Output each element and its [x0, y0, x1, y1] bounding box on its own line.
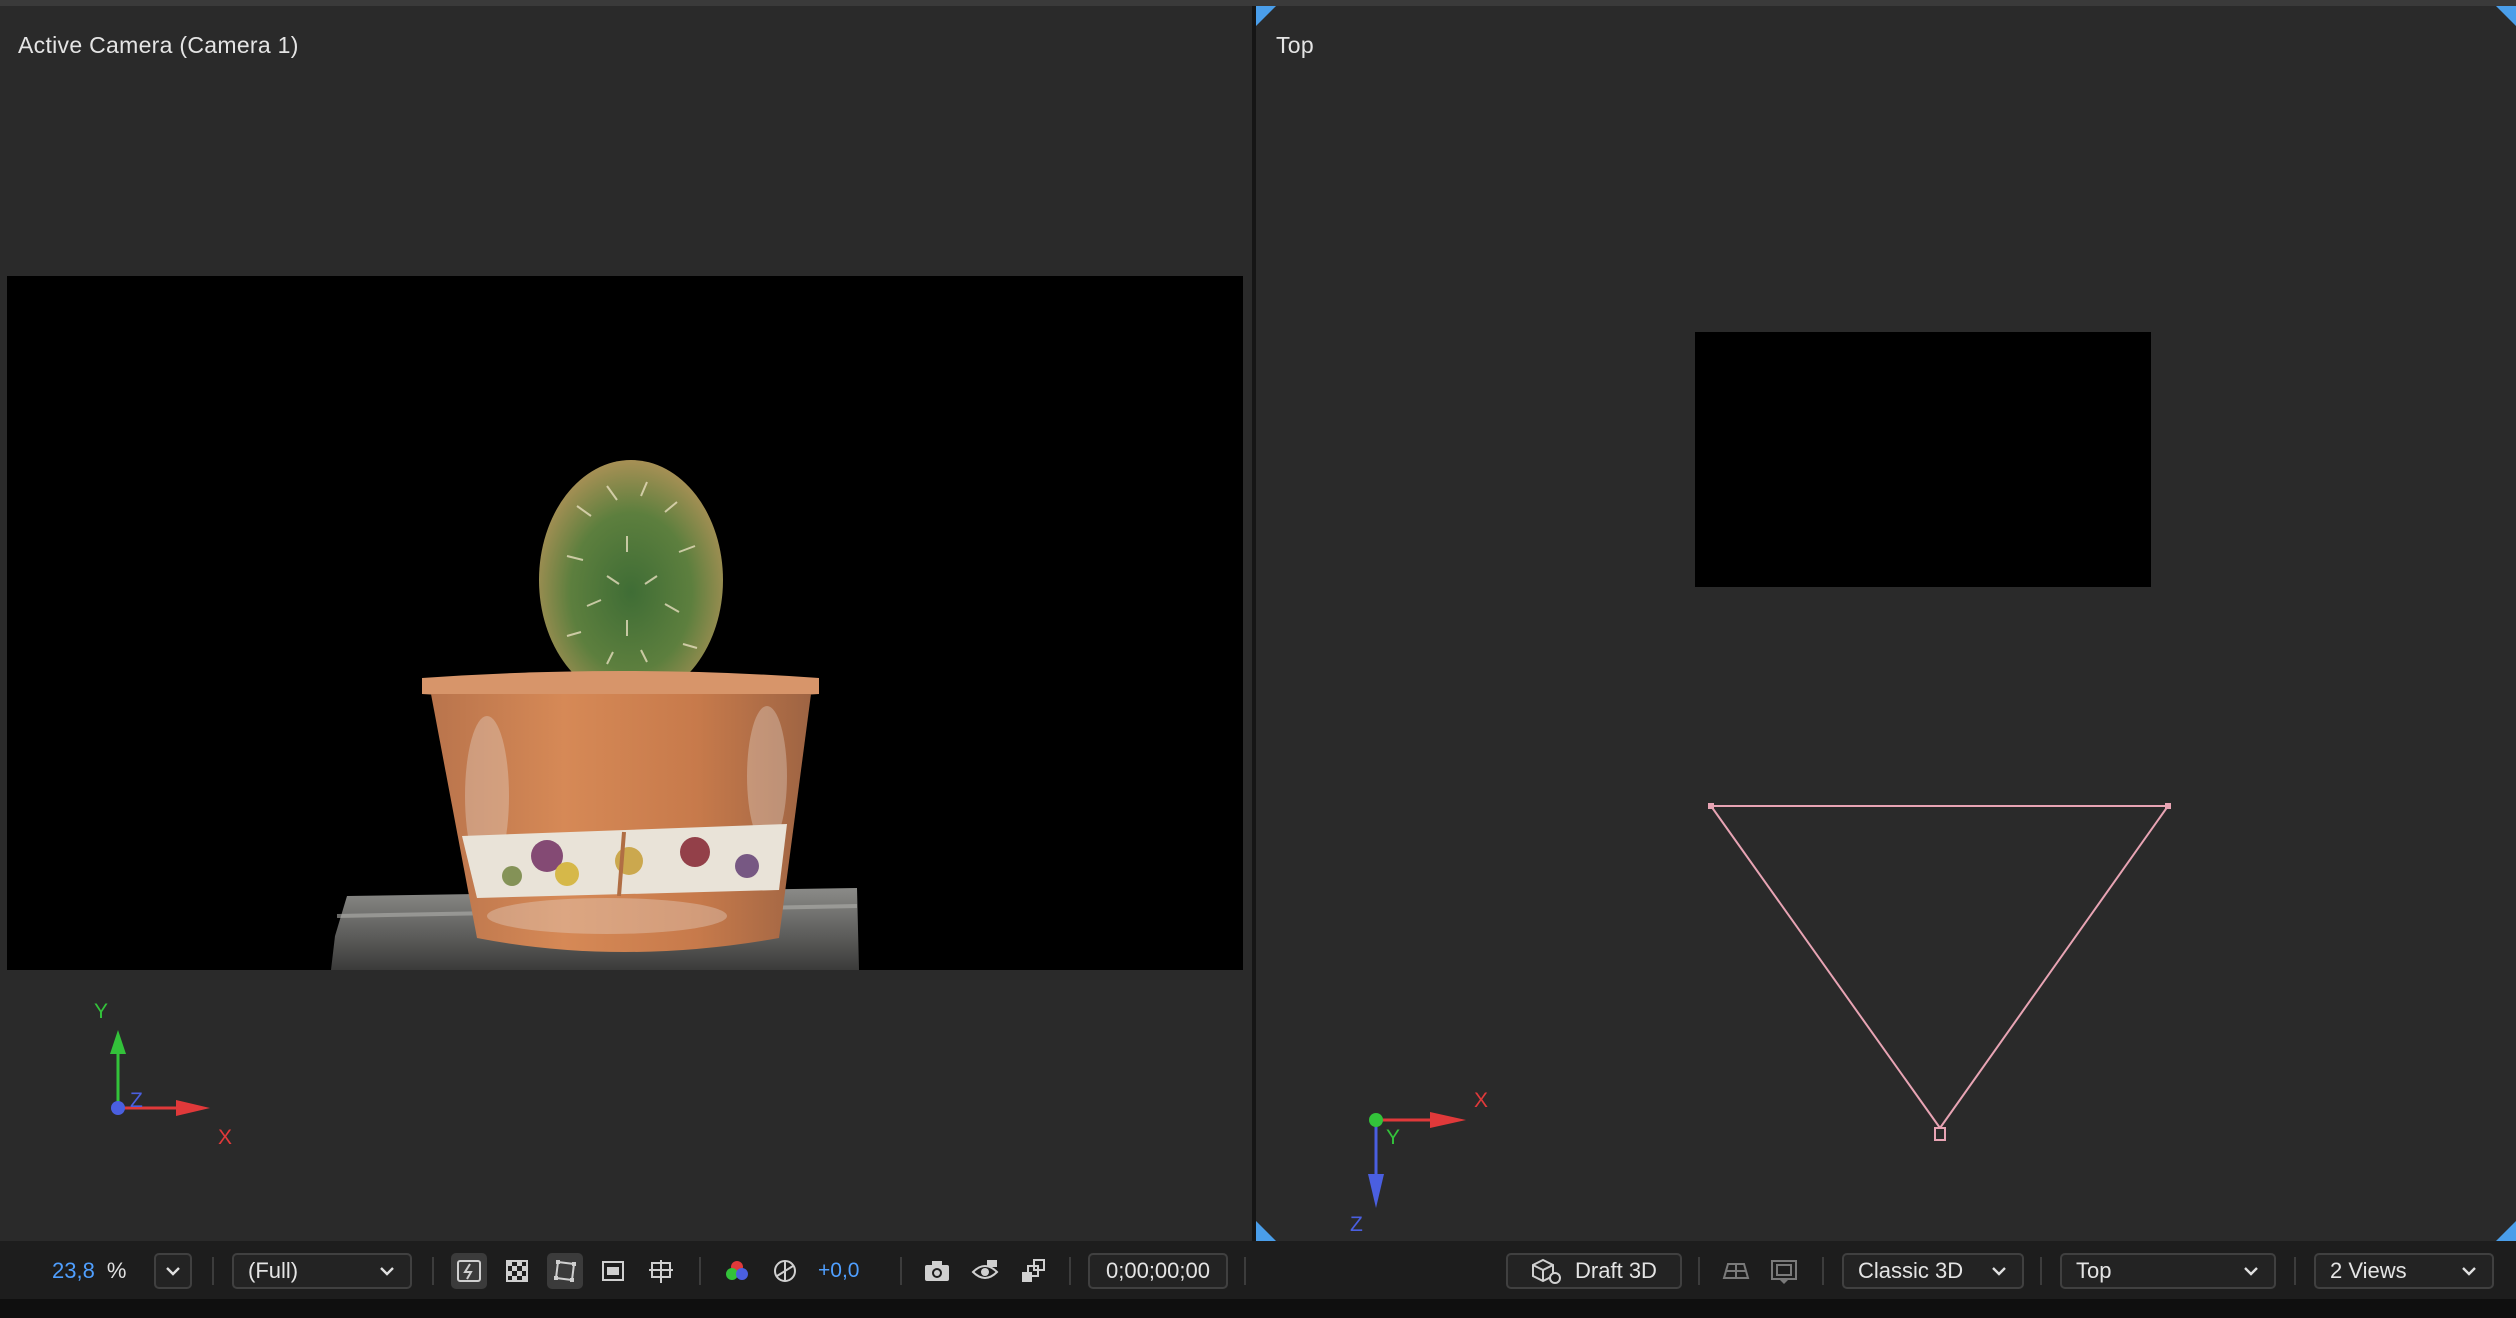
transparency-grid-icon [506, 1260, 528, 1282]
axis-x-label: X [1474, 1089, 1489, 1112]
exposure-text[interactable]: +0,0 [818, 1259, 859, 1283]
separator [699, 1257, 701, 1285]
axis-x-label: X [218, 1126, 233, 1149]
chevron-down-icon [166, 1267, 180, 1276]
timecode-field[interactable]: 0;00;00;00 [1088, 1253, 1228, 1289]
zoom-value[interactable]: 23,8 [52, 1258, 95, 1284]
resolution-value: (Full) [248, 1258, 299, 1283]
extended-viewer-icon [1771, 1260, 1797, 1284]
separator [212, 1257, 214, 1285]
draft-3d-toggle[interactable]: Draft 3D [1506, 1253, 1682, 1289]
extended-viewer-button[interactable] [1766, 1253, 1802, 1289]
chevron-down-icon [2244, 1267, 2258, 1276]
separator [2294, 1257, 2296, 1285]
chevron-down-icon [2462, 1267, 2476, 1276]
exposure-value[interactable]: +0,0 [818, 1253, 859, 1289]
grid-guides-icon [649, 1260, 673, 1283]
zoom-unit: % [106, 1258, 127, 1283]
renderer-value: Classic 3D [1858, 1258, 1964, 1283]
axis-z-label: Z [130, 1089, 143, 1112]
show-snapshot-icon [971, 1260, 999, 1279]
separator [432, 1257, 434, 1285]
viewer-toolbar: 23,8 % (Full) +0,0 0;00;00;00 Draft 3D C… [0, 1241, 2516, 1299]
snapshot-icon [925, 1261, 949, 1281]
grid-guides-button[interactable] [643, 1253, 679, 1289]
view-layout-dropdown[interactable]: 2 Views [2314, 1253, 2494, 1289]
3d-ground-plane-icon [1722, 1263, 1750, 1279]
resolution-dropdown[interactable]: (Full) [232, 1253, 412, 1289]
exposure-reset-icon [774, 1260, 796, 1282]
separator [1698, 1257, 1700, 1285]
axis-z-label: Z [1350, 1213, 1363, 1236]
cactus-image [331, 460, 859, 970]
3d-view-dropdown[interactable]: Top [2060, 1253, 2276, 1289]
chevron-down-icon [380, 1267, 394, 1276]
fast-previews-button[interactable] [451, 1253, 487, 1289]
separator [1244, 1257, 1246, 1285]
color-management-button[interactable] [1015, 1253, 1051, 1289]
snapshot-button[interactable] [919, 1253, 955, 1289]
region-of-interest-icon [602, 1261, 624, 1281]
region-of-interest-button[interactable] [595, 1253, 631, 1289]
separator [900, 1257, 902, 1285]
color-channels-button[interactable] [719, 1253, 755, 1289]
separator [1822, 1257, 1824, 1285]
top-view-viewer[interactable]: Top X Y Z [1256, 6, 2516, 1241]
composition-frame[interactable] [7, 276, 1243, 970]
magnification-dropdown[interactable] [154, 1253, 192, 1289]
separator [1069, 1257, 1071, 1285]
viewer-label: Active Camera (Camera 1) [18, 32, 299, 58]
axis-gizmo [1368, 1112, 1466, 1208]
axis-y-label: Y [1386, 1126, 1401, 1149]
view-layout-value: 2 Views [2330, 1258, 2407, 1283]
fast-previews-icon [457, 1260, 481, 1282]
active-camera-viewer[interactable]: Active Camera (Camera 1) Y Z X [0, 6, 1252, 1241]
chevron-down-icon [1992, 1267, 2006, 1276]
mask-visibility-button[interactable] [547, 1253, 583, 1289]
draft-3d-icon [1532, 1258, 1562, 1284]
magnification-control[interactable]: 23,8 % [52, 1253, 126, 1289]
bottom-strip [0, 1299, 2516, 1318]
transparency-grid-button[interactable] [499, 1253, 535, 1289]
axis-gizmo [110, 1030, 210, 1116]
axis-y-label: Y [94, 1000, 109, 1023]
exposure-reset-button[interactable] [767, 1253, 803, 1289]
camera-wireframe[interactable] [1256, 6, 2516, 1241]
show-snapshot-button[interactable] [967, 1253, 1003, 1289]
mask-visibility-icon [554, 1260, 576, 1282]
color-channels-icon [726, 1261, 748, 1280]
color-management-icon [1022, 1259, 1045, 1282]
renderer-dropdown[interactable]: Classic 3D [1842, 1253, 2024, 1289]
draft-3d-label: Draft 3D [1575, 1258, 1657, 1283]
timecode-value: 0;00;00;00 [1106, 1258, 1210, 1283]
3d-view-value: Top [2076, 1258, 2112, 1283]
separator [2040, 1257, 2042, 1285]
3d-ground-plane-button[interactable] [1718, 1253, 1754, 1289]
